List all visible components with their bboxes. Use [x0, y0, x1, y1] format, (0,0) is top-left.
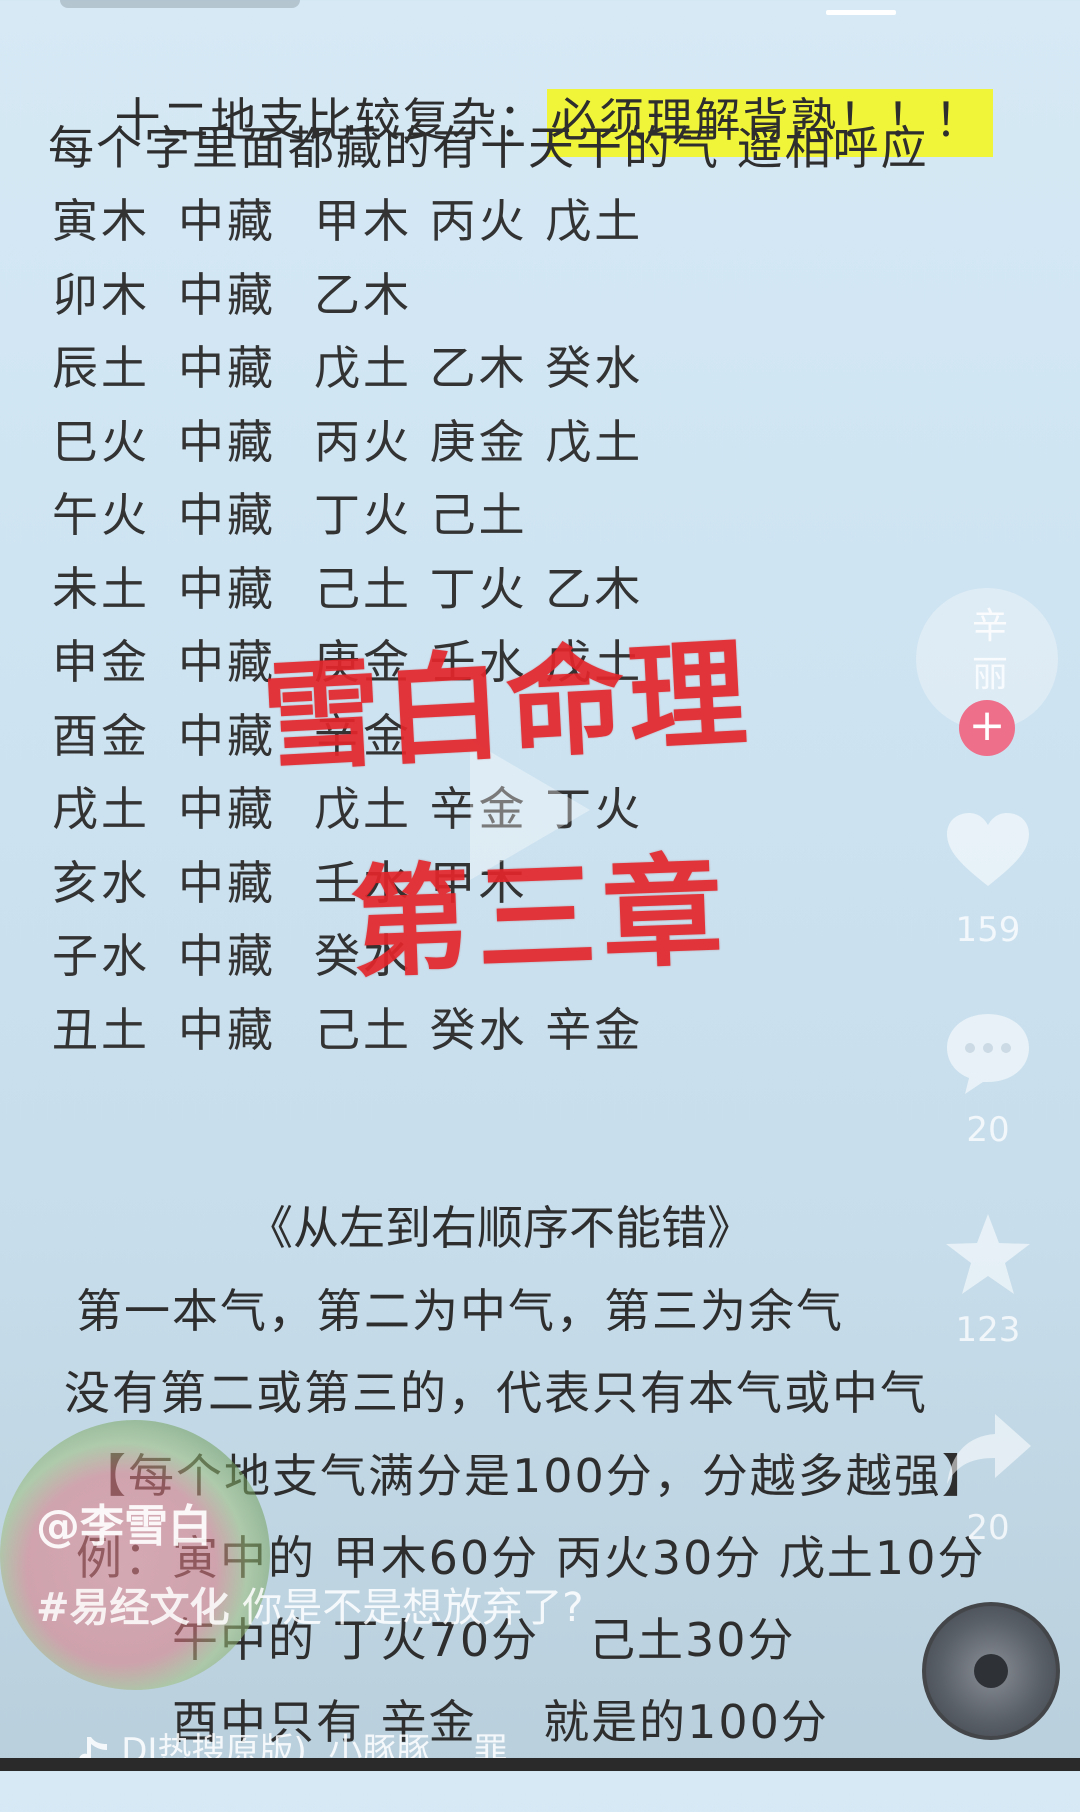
hidden-label: 中藏	[178, 267, 276, 322]
bottom-bar	[0, 1758, 1080, 1771]
hidden-label: 中藏	[178, 414, 276, 469]
share-icon[interactable]	[943, 1410, 1033, 1490]
hidden-label: 中藏	[178, 1002, 276, 1057]
branch-name: 丑土	[52, 1002, 150, 1057]
status-shade	[60, 0, 300, 8]
explain-line-1: 第一本气，第二为中气，第三为余气	[76, 1284, 844, 1338]
hidden-label: 中藏	[178, 929, 276, 983]
branch-row: 巳火 中藏 丙火 庚金 戊土	[52, 406, 643, 472]
branch-name: 酉金	[52, 708, 150, 763]
hidden-label: 中藏	[178, 855, 276, 910]
branch-name: 亥水	[52, 855, 150, 910]
hidden-stems: 甲木 丙火 戊土	[314, 194, 644, 248]
hidden-label: 中藏	[178, 194, 276, 248]
branch-name: 申金	[52, 635, 150, 689]
hidden-label: 中藏	[178, 341, 276, 395]
music-disc-icon[interactable]	[922, 1602, 1060, 1740]
heart-icon[interactable]	[943, 810, 1033, 890]
branch-name: 寅木	[52, 194, 150, 248]
hidden-label: 中藏	[178, 488, 276, 542]
like-count: 159	[955, 910, 1021, 950]
hidden-label: 中藏	[178, 561, 276, 616]
branch-name: 未土	[52, 561, 150, 616]
favorite-count: 123	[955, 1310, 1021, 1350]
branch-row: 寅木 中藏 甲木 丙火 戊土	[52, 185, 643, 251]
branch-name: 卯木	[52, 267, 150, 322]
video-frame[interactable]: 十二地支比较复杂：必须理解背熟！！！ 每个字里面都藏的有十天干的气 遥相呼应 寅…	[0, 0, 1080, 1771]
comment-count: 20	[966, 1110, 1010, 1150]
branch-name: 辰土	[52, 341, 150, 395]
hidden-stems: 丁火 己土	[314, 488, 528, 542]
branch-row: 午火 中藏 丁火 己土	[52, 479, 528, 545]
progress-indicator	[826, 10, 896, 15]
hidden-stems: 戊土 乙木 癸水	[314, 341, 644, 395]
sticker-image	[0, 1420, 270, 1690]
caption-hashtag[interactable]: #易经文化	[36, 1585, 230, 1631]
branch-row: 丑土 中藏 己土 癸水 辛金	[52, 994, 643, 1060]
branch-name: 巳火	[52, 414, 150, 469]
order-note: 《从左到右顺序不能错》	[247, 1201, 753, 1255]
branch-name: 戌土	[52, 782, 150, 836]
subheading: 每个字里面都藏的有十天干的气 遥相呼应	[48, 121, 929, 175]
hidden-stems: 己土 癸水 辛金	[314, 1002, 644, 1057]
explain-line-2: 没有第二或第三的，代表只有本气或中气	[64, 1366, 928, 1420]
stamp-title: 雪白命理	[259, 623, 754, 788]
branch-row: 辰土 中藏 戊土 乙木 癸水	[52, 332, 643, 398]
share-count: 20	[966, 1508, 1010, 1548]
star-icon[interactable]	[943, 1210, 1033, 1300]
music-marquee[interactable]: DJ热搜原版) 小豚豚 罪	[36, 1683, 508, 1812]
caption-text: 你是不是想放弃了?	[229, 1585, 584, 1631]
hidden-stems: 乙木	[314, 267, 412, 322]
stamp-chapter: 第三章	[348, 840, 731, 995]
branch-row: 卯木 中藏 乙木	[52, 259, 412, 325]
follow-button[interactable]: +	[959, 700, 1015, 756]
hidden-stems: 丙火 庚金 戊土	[314, 414, 644, 469]
author-name[interactable]: @李雪白	[36, 1490, 212, 1554]
caption: #易经文化 你是不是想放弃了?	[36, 1575, 583, 1633]
comment-icon[interactable]	[943, 1010, 1033, 1096]
branch-name: 午火	[52, 488, 150, 542]
branch-name: 子水	[52, 929, 150, 983]
avatar-label: 辛丽	[971, 606, 1008, 695]
